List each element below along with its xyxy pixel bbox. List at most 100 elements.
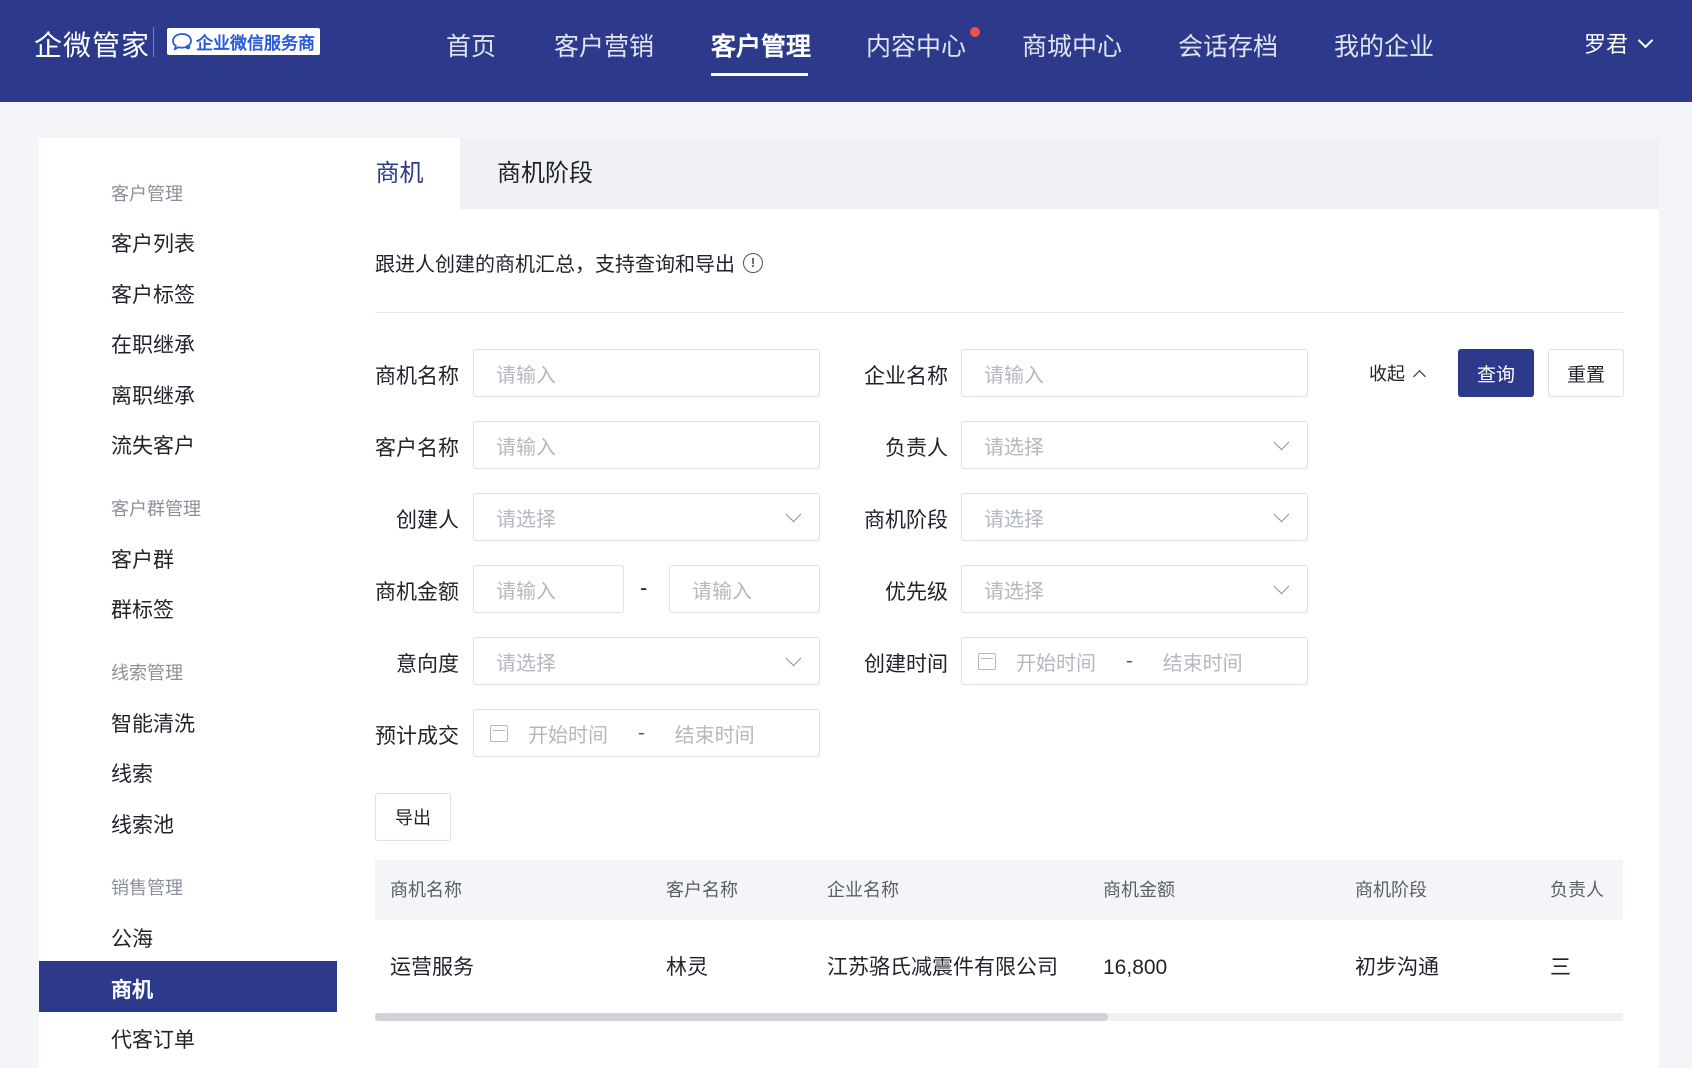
sidebar-group-groups: 客户群管理	[111, 499, 201, 519]
sidebar-item-customer-tags[interactable]: 客户标签	[111, 279, 195, 309]
label-expected-close: 预计成交	[375, 725, 459, 748]
user-name: 罗君	[1584, 32, 1629, 57]
amount-min-input[interactable]: 请输入	[473, 565, 624, 613]
reset-button[interactable]: 重置	[1548, 349, 1624, 397]
label-intent: 意向度	[396, 653, 459, 676]
calendar-icon	[978, 652, 996, 670]
nav-home[interactable]: 首页	[446, 27, 496, 63]
table-cell: 江苏骆氏减震件有限公司	[827, 956, 1058, 979]
stage-select[interactable]: 请选择	[961, 493, 1308, 541]
label-creator: 创建人	[396, 509, 459, 532]
company-name-input[interactable]: 请输入	[961, 349, 1308, 397]
sidebar-item-lost-customers[interactable]: 流失客户	[111, 430, 195, 460]
created-time-end: 结束时间	[1162, 652, 1243, 675]
section-divider	[375, 312, 1623, 313]
expected-close-start: 开始时间	[528, 724, 608, 747]
collapse-toggle[interactable]: 收起	[1369, 360, 1426, 386]
sidebar-item-smart-clean[interactable]: 智能清洗	[111, 708, 195, 738]
calendar-icon	[490, 724, 508, 742]
created-time-separator: -	[1126, 649, 1133, 672]
column-header[interactable]: 企业名称	[827, 860, 899, 920]
owner-select-placeholder: 请选择	[984, 436, 1044, 459]
label-amount: 商机金额	[375, 581, 459, 604]
column-header[interactable]: 负责人	[1550, 860, 1604, 920]
main-panel: 商机 商机阶段 跟进人创建的商机汇总，支持查询和导出 ! 商机名称 请输入 企业…	[339, 138, 1659, 1068]
owner-select[interactable]: 请选择	[961, 421, 1308, 469]
table-cell: 三	[1550, 956, 1571, 979]
intent-select[interactable]: 请选择	[473, 637, 820, 685]
brand-logo[interactable]: 企微管家	[34, 24, 150, 64]
nav-session-archive[interactable]: 会话存档	[1178, 27, 1278, 63]
table-cell: 初步沟通	[1355, 956, 1439, 979]
tab-opportunity-stages[interactable]: 商机阶段	[460, 138, 630, 209]
nav-customer-management[interactable]: 客户管理	[711, 27, 811, 63]
amount-range-separator: -	[640, 575, 648, 600]
nav-content-center[interactable]: 内容中心	[866, 27, 966, 63]
collapse-label: 收起	[1369, 364, 1405, 384]
page-description: 跟进人创建的商机汇总，支持查询和导出 !	[375, 248, 763, 277]
chevron-down-icon	[785, 506, 802, 523]
export-button[interactable]: 导出	[375, 793, 451, 841]
tab-opportunities[interactable]: 商机	[339, 138, 460, 209]
sidebar-item-leads[interactable]: 线索	[111, 758, 153, 788]
sidebar-item-lead-pool[interactable]: 线索池	[111, 809, 174, 839]
query-button[interactable]: 查询	[1458, 349, 1534, 397]
sidebar-item-customer-groups[interactable]: 客户群	[111, 544, 174, 574]
chevron-down-icon	[1273, 434, 1290, 451]
creator-select[interactable]: 请选择	[473, 493, 820, 541]
created-time-range-picker[interactable]: 开始时间 - 结束时间	[961, 637, 1308, 685]
top-navbar: 企微管家 企业微信服务商 首页 客户营销 客户管理 内容中心 商城中心 会话存档…	[0, 0, 1692, 102]
info-icon[interactable]: !	[743, 252, 763, 273]
sidebar-item-onjob-inherit[interactable]: 在职继承	[111, 329, 195, 359]
horizontal-scrollbar[interactable]	[375, 1013, 1623, 1021]
label-stage: 商机阶段	[864, 509, 948, 532]
scrollbar-thumb[interactable]	[375, 1013, 1108, 1021]
table-cell: 林灵	[666, 956, 708, 979]
brand-divider	[153, 27, 154, 57]
label-priority: 优先级	[885, 581, 948, 604]
sidebar-group-leads: 线索管理	[111, 663, 183, 683]
sidebar-item-group-tags[interactable]: 群标签	[111, 594, 174, 624]
chevron-down-icon	[1273, 578, 1290, 595]
column-header[interactable]: 商机金额	[1103, 860, 1175, 920]
user-menu[interactable]: 罗君	[1584, 27, 1654, 59]
chevron-down-icon	[1273, 506, 1290, 523]
chat-bubble-icon	[172, 32, 192, 51]
amount-max-input[interactable]: 请输入	[669, 565, 820, 613]
tab-bar: 商机 商机阶段	[339, 138, 1659, 209]
creator-select-placeholder: 请选择	[496, 508, 556, 531]
column-header[interactable]: 商机名称	[390, 860, 462, 920]
nav-my-enterprise[interactable]: 我的企业	[1334, 27, 1434, 63]
sidebar-group-sales: 销售管理	[111, 878, 183, 898]
sidebar-item-customer-list[interactable]: 客户列表	[111, 228, 195, 258]
table-row[interactable]: 运营服务 林灵 江苏骆氏减震件有限公司 16,800 初步沟通 三	[375, 920, 1623, 1016]
sidebar-item-resign-inherit[interactable]: 离职继承	[111, 380, 195, 410]
priority-select[interactable]: 请选择	[961, 565, 1308, 613]
expected-close-end: 结束时间	[674, 724, 755, 747]
column-header[interactable]: 商机阶段	[1355, 860, 1427, 920]
column-header[interactable]: 客户名称	[666, 860, 738, 920]
customer-name-input[interactable]: 请输入	[473, 421, 820, 469]
nav-customer-marketing[interactable]: 客户营销	[554, 27, 654, 63]
sidebar-item-public-pool[interactable]: 公海	[111, 923, 153, 953]
label-opportunity-name: 商机名称	[375, 365, 459, 388]
label-owner: 负责人	[885, 437, 948, 460]
wecom-partner-badge: 企业微信服务商	[167, 28, 320, 55]
sidebar-item-proxy-orders[interactable]: 代客订单	[111, 1024, 195, 1054]
nav-mall-center[interactable]: 商城中心	[1022, 27, 1122, 63]
expected-close-range-picker[interactable]: 开始时间 - 结束时间	[473, 709, 820, 757]
brand-badge-text: 企业微信服务商	[196, 34, 315, 53]
priority-select-placeholder: 请选择	[984, 580, 1044, 603]
chevron-down-icon	[1637, 32, 1654, 48]
table-cell: 运营服务	[390, 956, 474, 979]
chevron-up-icon	[1413, 369, 1426, 383]
sidebar: 客户管理 客户列表 客户标签 在职继承 离职继承 流失客户 客户群管理 客户群 …	[39, 138, 339, 1068]
sidebar-item-opportunities[interactable]: 商机	[111, 974, 153, 1004]
table-header: 商机名称 客户名称 企业名称 商机金额 商机阶段 负责人	[375, 860, 1623, 920]
table-cell: 16,800	[1103, 956, 1168, 979]
opportunity-name-input[interactable]: 请输入	[473, 349, 820, 397]
sidebar-group-customer: 客户管理	[111, 184, 183, 204]
label-customer-name: 客户名称	[375, 437, 459, 460]
notification-dot	[970, 27, 980, 37]
intent-select-placeholder: 请选择	[496, 652, 556, 675]
